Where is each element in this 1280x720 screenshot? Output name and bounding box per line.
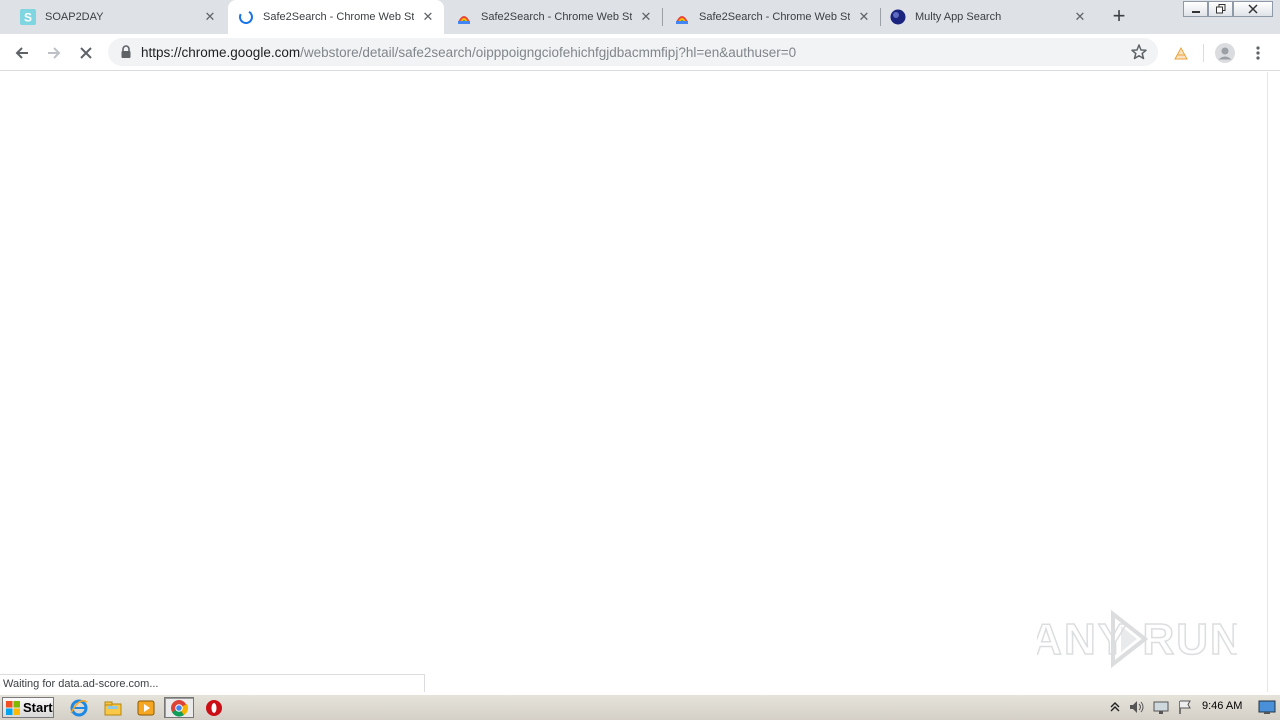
internet-explorer-icon — [70, 699, 88, 716]
media-player-icon — [137, 700, 155, 715]
restore-button[interactable] — [1208, 1, 1233, 17]
url-text: https://chrome.google.com/webstore/detai… — [141, 45, 796, 60]
restore-icon — [1215, 4, 1225, 14]
back-arrow-icon — [15, 47, 28, 59]
minimize-button[interactable] — [1183, 1, 1208, 17]
taskbar-chrome[interactable] — [164, 697, 194, 718]
page-content — [0, 72, 1267, 692]
close-tab-icon[interactable]: ✕ — [854, 7, 874, 27]
forward-arrow-icon — [48, 47, 61, 59]
minimize-icon — [1191, 11, 1200, 13]
lock-icon — [121, 45, 131, 58]
watermark-text: ANY RUN — [1037, 615, 1237, 664]
extension-icon — [1174, 46, 1188, 60]
close-window-button[interactable] — [1233, 1, 1273, 17]
vertical-scrollbar[interactable] — [1267, 72, 1280, 692]
start-label: Start — [23, 700, 53, 715]
close-tab-icon[interactable]: ✕ — [1070, 7, 1090, 27]
new-tab-button[interactable]: + — [1108, 5, 1130, 28]
tab-title: SOAP2DAY — [45, 11, 104, 23]
folder-icon — [104, 701, 122, 715]
stop-x-icon — [80, 47, 92, 59]
tab-title: Safe2Search - Chrome Web Stor — [481, 11, 632, 23]
close-icon — [1248, 4, 1258, 14]
start-button[interactable]: Start — [2, 697, 54, 718]
close-tab-icon[interactable]: ✕ — [418, 7, 438, 27]
toolbar-separator — [1203, 44, 1204, 62]
chrome-web-store-icon — [456, 9, 472, 25]
globe-icon — [890, 9, 906, 25]
forward-button[interactable] — [41, 40, 67, 66]
chrome-web-store-icon — [674, 9, 690, 25]
speaker-icon — [1130, 701, 1144, 713]
desktop-icon — [1258, 700, 1276, 714]
flag-icon — [1179, 700, 1191, 714]
tab-multy-app-search[interactable]: Multy App Search ✕ — [882, 0, 1096, 34]
soap2day-favicon: S — [20, 9, 36, 25]
url-host: https://chrome.google.com — [141, 45, 301, 60]
status-bubble: Waiting for data.ad-score.com... — [0, 674, 425, 692]
anyrun-watermark: ANY RUN — [1029, 606, 1243, 676]
close-tab-icon[interactable]: ✕ — [636, 7, 656, 27]
action-center-tray-icon[interactable] — [1176, 698, 1194, 716]
tab-separator — [880, 8, 881, 26]
taskbar-internet-explorer[interactable] — [64, 697, 94, 718]
chrome-icon — [171, 699, 188, 717]
tab-title: Safe2Search - Chrome Web Stor — [699, 11, 850, 23]
tab-title: Safe2Search - Chrome Web Stor — [263, 11, 414, 23]
bookmark-star-icon[interactable] — [1130, 43, 1148, 61]
show-hidden-icons-button[interactable] — [1106, 698, 1124, 716]
kebab-menu-icon — [1256, 46, 1260, 60]
windows-flag-icon — [6, 700, 20, 715]
network-tray-icon[interactable] — [1152, 698, 1170, 716]
tab-safe2search[interactable]: Safe2Search - Chrome Web Stor ✕ — [664, 0, 880, 34]
network-icon — [1153, 701, 1169, 714]
chevron-up-icon — [1110, 702, 1120, 712]
svg-text:S: S — [24, 11, 32, 25]
close-tab-icon[interactable]: ✕ — [200, 7, 220, 27]
tab-strip: S SOAP2DAY ✕ Safe2Search - Chrome Web St… — [0, 0, 1280, 34]
tab-title: Multy App Search — [915, 11, 1002, 23]
tab-safe2search-active[interactable]: Safe2Search - Chrome Web Stor ✕ — [228, 0, 444, 34]
taskbar-clock[interactable]: 9:46 AM — [1202, 700, 1242, 712]
profile-button[interactable] — [1212, 40, 1238, 66]
back-button[interactable] — [9, 40, 35, 66]
taskbar-media-player[interactable] — [131, 697, 161, 718]
menu-button[interactable] — [1245, 40, 1271, 66]
opera-icon — [206, 699, 222, 716]
taskbar: Start 9:46 AM — [0, 694, 1280, 720]
tab-soap2day[interactable]: S SOAP2DAY ✕ — [0, 0, 226, 34]
tab-separator — [662, 8, 663, 26]
address-bar[interactable]: https://chrome.google.com/webstore/detai… — [108, 38, 1158, 66]
taskbar-opera[interactable] — [199, 697, 229, 718]
url-path: /webstore/detail/safe2search/oipppoigngc… — [300, 45, 797, 60]
window-controls — [1183, 1, 1273, 17]
taskbar-file-explorer[interactable] — [98, 697, 128, 718]
browser-toolbar: https://chrome.google.com/webstore/detai… — [0, 34, 1280, 71]
avatar-icon — [1215, 43, 1235, 63]
volume-tray-icon[interactable] — [1128, 698, 1146, 716]
extension-button[interactable] — [1168, 40, 1194, 66]
tab-safe2search[interactable]: Safe2Search - Chrome Web Stor ✕ — [446, 0, 662, 34]
stop-loading-button[interactable] — [73, 40, 99, 66]
show-desktop-button[interactable] — [1258, 699, 1276, 715]
loading-spinner-icon — [238, 9, 254, 25]
